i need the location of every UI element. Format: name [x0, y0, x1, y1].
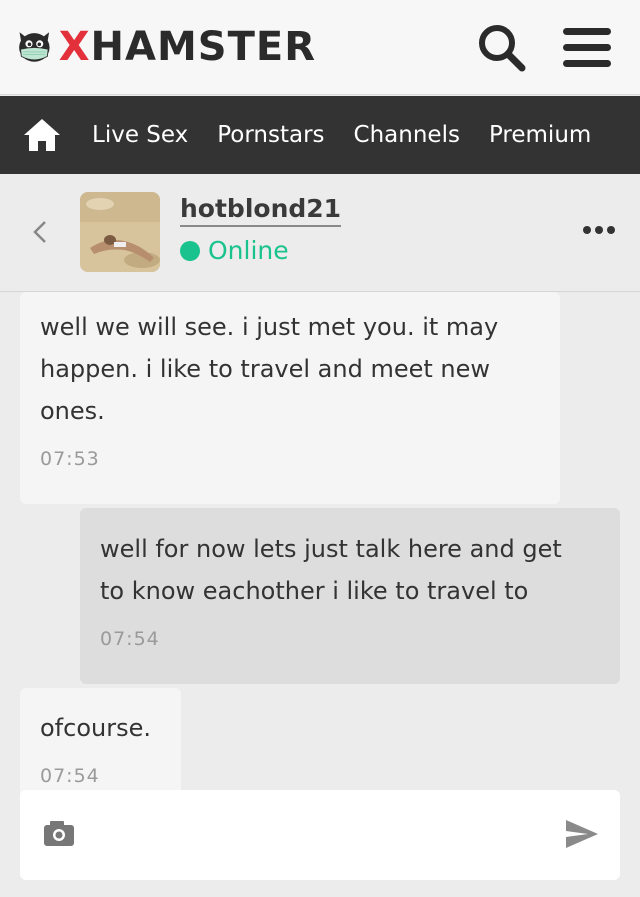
- search-button[interactable]: [476, 22, 528, 74]
- chat-user-name[interactable]: hotblond21: [180, 194, 342, 227]
- site-logo[interactable]: XHAMSTER: [16, 8, 316, 86]
- attach-photo-button[interactable]: [42, 818, 76, 848]
- message-input[interactable]: [94, 812, 554, 858]
- message-bubble-outgoing: well for now lets just talk here and get…: [80, 508, 620, 684]
- chat-header: hotblond21 Online: [0, 174, 640, 292]
- chevron-left-icon: [33, 221, 46, 243]
- message-composer: [20, 790, 620, 880]
- site-header: XHAMSTER: [0, 0, 640, 95]
- more-dots-icon: [583, 226, 615, 234]
- message-time: 07:54: [40, 765, 100, 787]
- logo-x: X: [58, 24, 91, 70]
- message-text-line: well we will see. i just met you. it may: [40, 313, 499, 341]
- main-nav: Live Sex Pornstars Channels Premium: [0, 96, 640, 174]
- status-text: Online: [208, 236, 289, 265]
- message-time: 07:54: [100, 628, 160, 650]
- logo-wordmark: XHAMSTER: [59, 24, 316, 70]
- message-text-line: to know eachother i like to travel to: [100, 577, 529, 605]
- status-dot-icon: [180, 240, 200, 261]
- camera-icon: [44, 821, 74, 846]
- send-button[interactable]: [564, 818, 600, 850]
- message-text-line: well for now lets just talk here and get: [100, 535, 562, 563]
- more-options-button[interactable]: [580, 218, 618, 242]
- message-text-line: ones.: [40, 397, 105, 425]
- message-bubble-incoming: well we will see. i just met you. it may…: [20, 292, 560, 504]
- menu-button[interactable]: [560, 26, 614, 70]
- message-time: 07:53: [40, 448, 100, 470]
- nav-home-button[interactable]: [22, 117, 62, 153]
- hamburger-menu-icon: [563, 28, 611, 67]
- hamster-logo-icon: [19, 32, 50, 62]
- online-status: Online: [180, 236, 289, 265]
- back-button[interactable]: [28, 216, 52, 248]
- logo-rest: HAMSTER: [90, 24, 316, 70]
- send-icon: [566, 820, 598, 848]
- avatar-photo: [80, 192, 160, 272]
- nav-item-live-sex[interactable]: Live Sex: [92, 122, 188, 148]
- search-icon: [479, 25, 526, 72]
- home-icon: [24, 119, 60, 151]
- nav-item-channels[interactable]: Channels: [354, 122, 460, 148]
- nav-item-premium[interactable]: Premium: [489, 122, 591, 148]
- avatar[interactable]: [80, 192, 160, 272]
- message-text-line: ofcourse.: [40, 714, 151, 742]
- nav-item-pornstars[interactable]: Pornstars: [217, 122, 324, 148]
- message-text-line: happen. i like to travel and meet new: [40, 355, 490, 383]
